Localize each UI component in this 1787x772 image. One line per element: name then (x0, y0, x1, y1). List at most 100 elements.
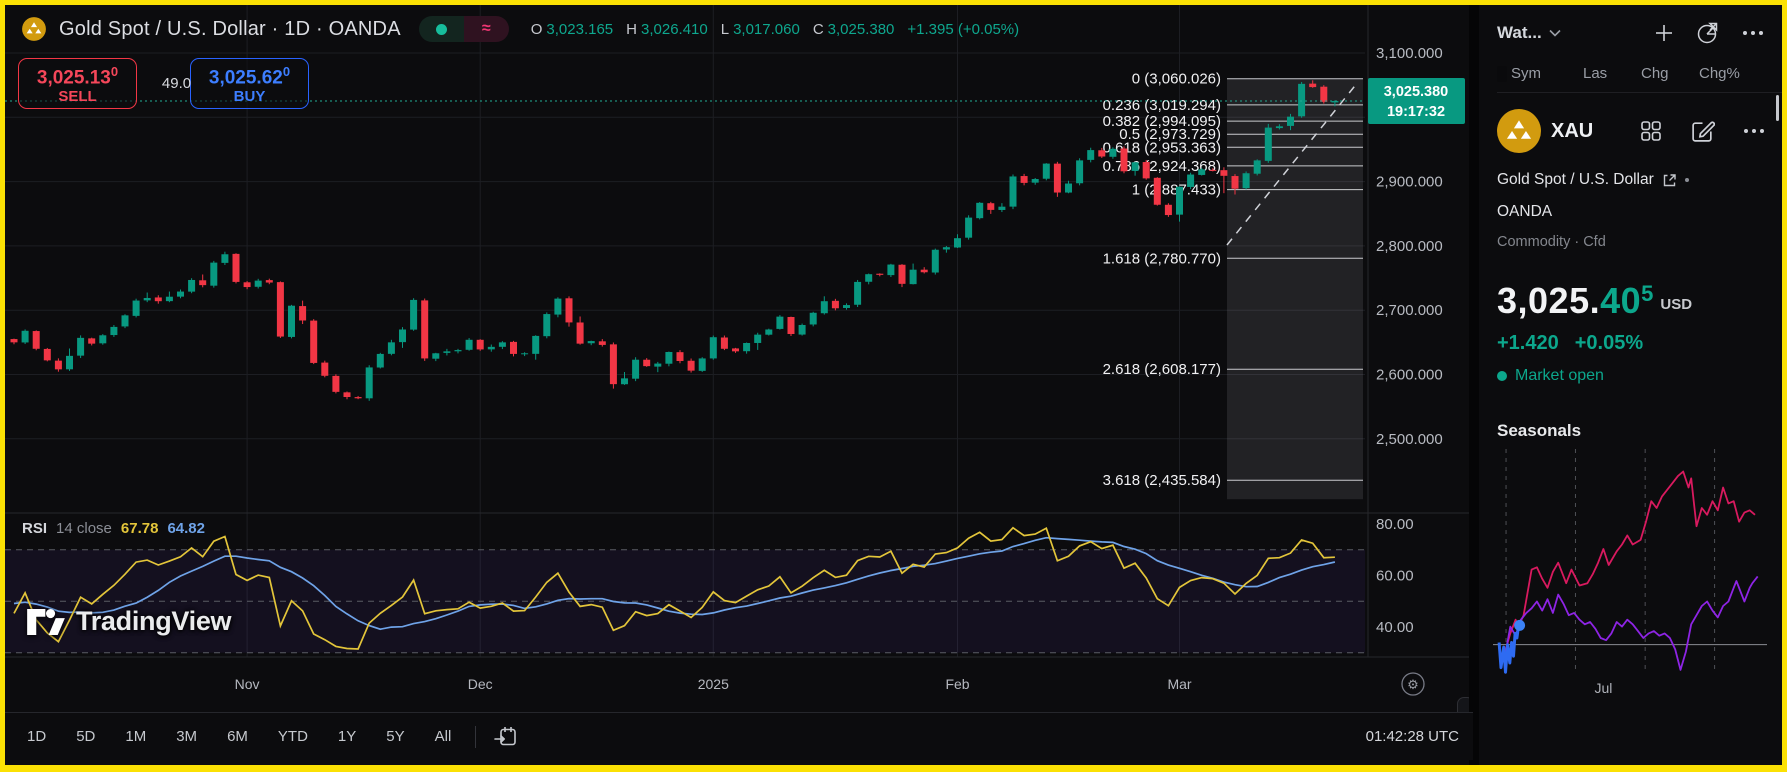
rsi-ma-value: 64.82 (167, 520, 205, 537)
portfolio-pie-icon[interactable] (1696, 21, 1720, 45)
price-tick: 2,700.000 (1376, 302, 1443, 319)
symbol-title[interactable]: Gold Spot / U.S. Dollar · 1D · OANDA (59, 18, 401, 41)
range-button-ytd[interactable]: YTD (272, 724, 314, 749)
trade-buttons: 3,025.130 SELL 49.0 3,025.620 BUY (18, 58, 309, 109)
scroll-wedge (1497, 66, 1507, 82)
low-label: L (721, 21, 729, 38)
market-status: Market open (1497, 355, 1782, 385)
symbol-full-name[interactable]: Gold Spot / U.S. Dollar (1497, 171, 1654, 189)
svg-text:3,025.380: 3,025.380 (1384, 84, 1449, 100)
last-price: 3,025.405 USD (1497, 250, 1782, 322)
app-window: 0 (3,060.026)0.236 (3,019.294)0.382 (2,9… (5, 5, 1782, 765)
ohlc-readout: O3,023.165 H3,026.410 L3,017.060 C3,025.… (531, 21, 1019, 38)
seasonals-chart[interactable]: Jul (1489, 447, 1779, 701)
fib-zone (1227, 79, 1363, 500)
tradingview-wordmark: TradingView (76, 606, 231, 637)
col-chg-pct[interactable]: Chg% (1699, 65, 1759, 82)
symbol-type: Commodity · Cfd (1497, 221, 1782, 250)
range-button-all[interactable]: All (429, 724, 458, 749)
buy-button[interactable]: 3,025.620 BUY (190, 58, 309, 109)
symbol-ticker[interactable]: XAU (1551, 120, 1593, 143)
svg-text:2.618 (2,608.177): 2.618 (2,608.177) (1103, 361, 1221, 378)
chart-panel: 0 (3,060.026)0.236 (3,019.294)0.382 (2,9… (5, 5, 1473, 765)
layout-grid-icon[interactable] (1639, 119, 1663, 143)
seasonal-year-a (1505, 472, 1755, 652)
chevron-down-icon (1549, 29, 1561, 37)
toolbar-divider (475, 726, 476, 748)
price-tick: 3,100.000 (1376, 45, 1443, 62)
price-tick: 2,800.000 (1376, 238, 1443, 255)
spread-value: 49.0 (150, 75, 203, 92)
svg-text:⚙: ⚙ (1407, 677, 1419, 692)
open-value: 3,023.165 (546, 21, 613, 38)
watchlist-header: Wat... (1497, 5, 1782, 55)
close-label: C (813, 21, 824, 38)
high-value: 3,026.410 (641, 21, 708, 38)
range-button-1m[interactable]: 1M (119, 724, 152, 749)
change-value: +1.395 (+0.05%) (907, 21, 1019, 38)
edit-note-icon[interactable] (1690, 119, 1715, 144)
seasonals-title: Seasonals (1497, 385, 1782, 441)
open-label: O (531, 21, 543, 38)
time-tick: Mar (1167, 676, 1191, 692)
market-status-toggle[interactable]: ≈ (419, 16, 509, 42)
col-symbol[interactable]: Sym (1511, 65, 1541, 82)
svg-text:0.236 (3,019.294): 0.236 (3,019.294) (1103, 97, 1221, 114)
range-button-1y[interactable]: 1Y (332, 724, 362, 749)
currency-label: USD (1660, 296, 1692, 313)
watchlist-column-headers[interactable]: Sym Las Chg Chg% (1497, 55, 1782, 93)
bottom-toolbar: 1D 5D 1M 3M 6M YTD 1Y 5Y All 01:42:28 UTC (5, 712, 1473, 760)
high-label: H (626, 21, 637, 38)
rsi-title: RSI (22, 520, 47, 537)
rsi-tick: 80.00 (1376, 516, 1414, 533)
range-button-5d[interactable]: 5D (70, 724, 101, 749)
rsi-tick: 60.00 (1376, 568, 1414, 585)
chart-header: Gold Spot / U.S. Dollar · 1D · OANDA ≈ O… (21, 16, 1019, 42)
range-button-3m[interactable]: 3M (170, 724, 203, 749)
rsi-tick: 40.00 (1376, 619, 1414, 636)
current-point-dot (1514, 620, 1525, 631)
price-tick: 2,600.000 (1376, 367, 1443, 384)
gold-avatar-icon (1497, 109, 1541, 153)
svg-text:0.618 (2,953.363): 0.618 (2,953.363) (1103, 139, 1221, 156)
go-to-date-icon[interactable] (494, 725, 518, 749)
time-tick: 2025 (698, 676, 729, 692)
close-value: 3,025.380 (828, 21, 895, 38)
range-button-1d[interactable]: 1D (21, 724, 52, 749)
svg-text:3.618 (2,435.584): 3.618 (2,435.584) (1103, 472, 1221, 489)
utc-clock[interactable]: 01:42:28 UTC (1366, 728, 1459, 745)
symbol-exchange: OANDA (1497, 189, 1782, 221)
range-button-5y[interactable]: 5Y (380, 724, 410, 749)
rsi-legend[interactable]: RSI 14 close 67.78 64.82 (22, 520, 205, 537)
low-value: 3,017.060 (733, 21, 800, 38)
svg-text:1.618 (2,780.770): 1.618 (2,780.770) (1103, 250, 1221, 267)
gold-coin-icon (21, 16, 47, 42)
main-chart[interactable]: 0 (3,060.026)0.236 (3,019.294)0.382 (2,9… (5, 5, 1470, 708)
external-link-icon[interactable] (1662, 173, 1677, 188)
col-last[interactable]: Las (1583, 65, 1641, 82)
price-tick: 2,500.000 (1376, 431, 1443, 448)
symbol-more-icon[interactable] (1742, 119, 1766, 143)
range-button-6m[interactable]: 6M (221, 724, 254, 749)
rsi-params: 14 close (56, 520, 112, 537)
screenshot-frame: 0 (3,060.026)0.236 (3,019.294)0.382 (2,9… (0, 0, 1787, 772)
svg-text:19:17:32: 19:17:32 (1387, 104, 1445, 120)
watchlist-title-button[interactable]: Wat... (1497, 23, 1561, 43)
svg-text:0 (3,060.026): 0 (3,060.026) (1132, 71, 1221, 88)
tradingview-logo[interactable]: TradingView (27, 606, 231, 637)
sell-button[interactable]: 3,025.130 SELL (18, 58, 137, 109)
market-open-dot-icon[interactable] (419, 16, 464, 42)
seasonal-x-label: Jul (1594, 680, 1612, 696)
price-tick: 2,900.000 (1376, 174, 1443, 191)
col-chg[interactable]: Chg (1641, 65, 1699, 82)
seasonal-year-b (1505, 576, 1758, 670)
approx-price-icon[interactable]: ≈ (464, 16, 509, 42)
tradingview-logo-icon (27, 609, 65, 635)
rsi-value: 67.78 (121, 520, 159, 537)
right-sidebar: Wat... Sym Las Chg Chg% (1469, 5, 1782, 765)
watchlist-more-icon[interactable] (1741, 21, 1765, 45)
symbol-card-header: XAU (1497, 93, 1782, 159)
time-tick: Feb (945, 676, 969, 692)
scrollbar-thumb[interactable] (1776, 95, 1779, 121)
add-symbol-icon[interactable] (1653, 22, 1675, 44)
